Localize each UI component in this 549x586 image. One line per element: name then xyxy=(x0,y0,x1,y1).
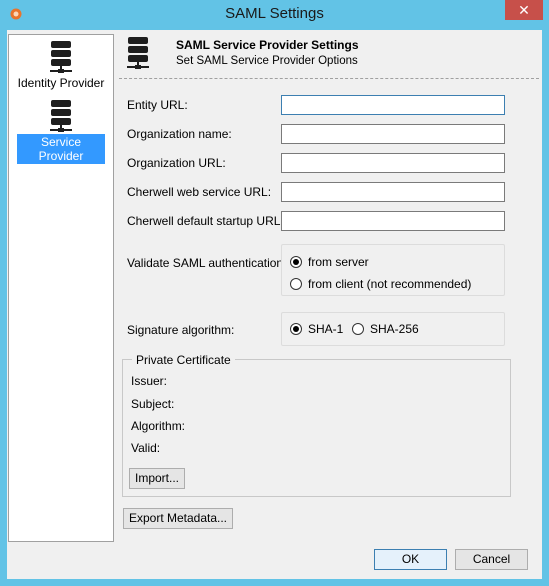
validate-from-client-radio[interactable]: from client (not recommended) xyxy=(290,277,471,291)
radio-label: from client (not recommended) xyxy=(308,277,472,291)
radio-unselected-icon xyxy=(290,278,302,290)
radio-label: from server xyxy=(308,255,369,269)
signature-algorithm-label: Signature algorithm: xyxy=(127,323,235,337)
close-button[interactable]: ✕ xyxy=(505,0,543,20)
organization-url-label: Organization URL: xyxy=(127,156,226,170)
web-service-url-label: Cherwell web service URL: xyxy=(127,185,272,199)
sidebar-item-label: Identity Provider xyxy=(17,76,105,90)
validate-saml-label: Validate SAML authentication: xyxy=(127,256,287,270)
sidebar-item-identity-provider[interactable]: Identity Provider xyxy=(9,39,113,91)
issuer-label: Issuer: xyxy=(131,374,168,388)
private-certificate-legend: Private Certificate xyxy=(132,353,235,367)
saml-settings-window: SAML Settings ✕ Identity Provider Servic… xyxy=(0,0,549,586)
close-icon: ✕ xyxy=(518,2,530,18)
default-startup-url-field[interactable] xyxy=(281,211,505,231)
sha1-radio[interactable]: SHA-1 xyxy=(290,322,343,336)
radio-label: SHA-256 xyxy=(370,322,419,336)
page-subtitle: Set SAML Service Provider Options xyxy=(176,55,358,67)
sidebar: Identity Provider Service Provider xyxy=(8,34,114,542)
dialog-body: Identity Provider Service Provider SAML … xyxy=(7,30,542,579)
entity-url-field[interactable] xyxy=(281,95,505,115)
radio-unselected-icon xyxy=(352,323,364,335)
header-divider xyxy=(119,78,539,79)
default-startup-url-label: Cherwell default startup URL: xyxy=(127,214,284,228)
page-title: SAML Service Provider Settings xyxy=(176,38,359,52)
cancel-button[interactable]: Cancel xyxy=(455,549,528,570)
title-bar[interactable]: SAML Settings ✕ xyxy=(0,0,549,30)
server-icon xyxy=(127,37,149,69)
radio-selected-icon xyxy=(290,256,302,268)
organization-name-field[interactable] xyxy=(281,124,505,144)
sha256-radio[interactable]: SHA-256 xyxy=(352,322,419,336)
organization-url-field[interactable] xyxy=(281,153,505,173)
entity-url-label: Entity URL: xyxy=(127,98,188,112)
window-title: SAML Settings xyxy=(225,5,324,22)
organization-name-label: Organization name: xyxy=(127,127,232,141)
subject-label: Subject: xyxy=(131,397,175,411)
import-button[interactable]: Import... xyxy=(129,468,185,489)
server-icon xyxy=(50,100,72,132)
radio-selected-icon xyxy=(290,323,302,335)
web-service-url-field[interactable] xyxy=(281,182,505,202)
algorithm-label: Algorithm: xyxy=(131,419,186,433)
validate-from-server-radio[interactable]: from server xyxy=(290,255,369,269)
radio-label: SHA-1 xyxy=(308,322,344,336)
export-metadata-button[interactable]: Export Metadata... xyxy=(123,508,233,529)
ok-button[interactable]: OK xyxy=(374,549,447,570)
sidebar-item-label: Service Provider xyxy=(17,134,105,164)
server-icon xyxy=(50,41,72,73)
valid-label: Valid: xyxy=(131,441,161,455)
sidebar-item-service-provider[interactable]: Service Provider xyxy=(9,98,113,164)
